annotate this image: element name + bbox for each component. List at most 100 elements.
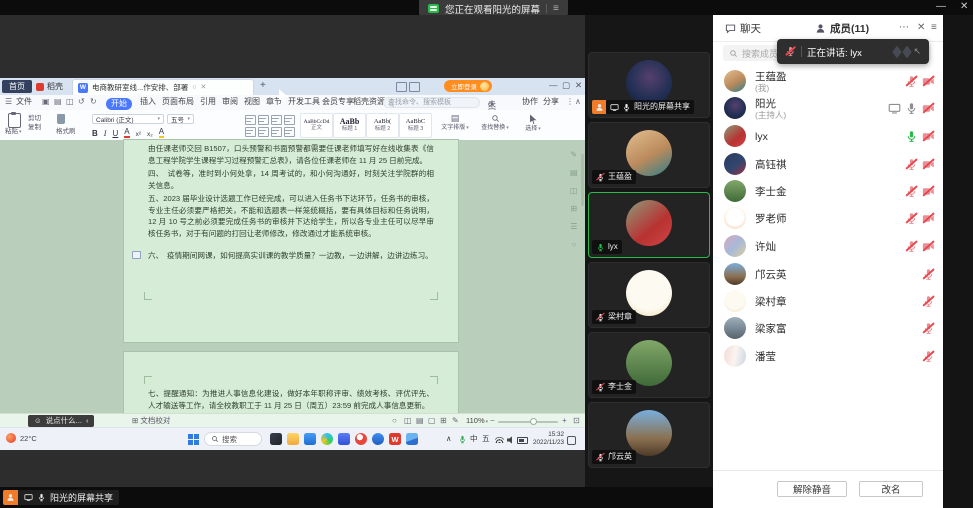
share-button[interactable]: 分享 <box>543 98 559 106</box>
mail-app-icon[interactable] <box>338 433 350 445</box>
find-replace-tool[interactable]: 查找替换 <box>478 114 512 131</box>
ribbon-tab-member[interactable]: 会员专享 <box>322 98 354 106</box>
wps-docer-tab[interactable]: 稻壳 <box>36 80 63 93</box>
member-row[interactable]: 罗老师 <box>713 205 943 232</box>
ribbon-tab-docer-res[interactable]: 稻壳资源 <box>353 98 385 106</box>
member-row[interactable]: 李士金 <box>713 178 943 205</box>
font-color-button[interactable]: A <box>124 127 129 138</box>
video-tile[interactable]: 李士金 <box>588 332 710 398</box>
store-icon[interactable] <box>304 433 316 445</box>
member-row[interactable]: 阳光(主持人) <box>713 95 943 122</box>
mic-muted-icon[interactable] <box>922 295 935 308</box>
collapse-hint-icon[interactable]: ‹ <box>86 417 89 425</box>
photos-app-icon[interactable] <box>406 433 418 445</box>
align-right-icon[interactable] <box>271 127 282 137</box>
italic-button[interactable]: I <box>104 129 107 138</box>
ribbon-tab-dev-tools[interactable]: 开发工具 <box>288 98 320 106</box>
preview-icon[interactable]: ◫ <box>66 98 74 106</box>
zoom-in-button[interactable]: + <box>562 417 567 425</box>
list-tool-icon[interactable]: ☰ <box>570 222 577 231</box>
ribbon-tab-insert[interactable]: 插入 <box>140 98 156 106</box>
banner-menu-icon[interactable]: ≡ <box>553 4 559 14</box>
window-close-button[interactable]: ✕ <box>960 2 968 12</box>
style-heading3[interactable]: AaBbC 标题 3 <box>399 113 432 138</box>
camera-off-icon[interactable] <box>922 158 935 171</box>
mic-muted-icon[interactable] <box>905 240 918 253</box>
edge-browser-icon[interactable] <box>321 433 333 445</box>
member-row[interactable]: 梁家富 <box>713 315 943 342</box>
member-row[interactable]: 许灿 <box>713 233 943 260</box>
tray-expand-icon[interactable]: ∧ <box>446 435 452 443</box>
wps-home-tab[interactable]: 首页 <box>2 80 32 93</box>
new-tab-button[interactable]: + <box>260 80 266 91</box>
tab-close-icon[interactable]: ✕ <box>201 84 207 91</box>
document-scrollbar[interactable] <box>581 146 584 401</box>
tab-chat[interactable]: 聊天 <box>725 21 761 36</box>
camera-off-icon[interactable] <box>922 75 935 88</box>
member-row[interactable]: 邝云英 <box>713 261 943 288</box>
history-tool-icon[interactable]: ○ <box>571 240 576 249</box>
video-tile[interactable]: 梁村章 <box>588 262 710 328</box>
zoom-slider[interactable] <box>498 421 558 423</box>
zoom-level[interactable]: 110% <box>466 417 488 425</box>
redo-icon[interactable]: ↻ <box>90 98 97 106</box>
panel-more-button[interactable]: ⋯ <box>899 21 909 35</box>
command-search-box[interactable]: 查找命令、搜索模板 <box>383 97 480 108</box>
video-tile[interactable]: 王蕴盈 <box>588 122 710 188</box>
collab-button[interactable]: 协作 <box>522 98 538 106</box>
file-menu[interactable]: 文件 <box>16 98 32 106</box>
tray-mic-icon[interactable] <box>458 435 467 444</box>
web-view-icon[interactable]: ▢ <box>428 417 436 425</box>
mic-muted-icon[interactable] <box>905 185 918 198</box>
member-row[interactable]: 王蕴盈(我) <box>713 68 943 95</box>
start-button[interactable] <box>188 434 199 445</box>
screen-sharing-icon[interactable] <box>888 102 901 115</box>
read-view-icon[interactable]: ▤ <box>416 417 424 425</box>
layout-icon[interactable] <box>396 82 407 92</box>
panel-menu-icon[interactable]: ≡ <box>931 21 937 35</box>
align-center-icon[interactable] <box>258 127 269 137</box>
font-size-select[interactable]: 五号 <box>167 114 194 124</box>
cut-button[interactable]: 剪切 <box>28 116 41 123</box>
member-row[interactable]: 高钰祺 <box>713 151 943 178</box>
camera-off-icon[interactable] <box>922 212 935 225</box>
file-explorer-icon[interactable] <box>287 433 299 445</box>
paste-label[interactable]: 粘贴 <box>5 129 22 136</box>
mic-speaking-icon[interactable] <box>905 130 918 143</box>
page-view-icon[interactable]: ◫ <box>404 417 412 425</box>
mic-muted-icon[interactable] <box>905 158 918 171</box>
outline-tool-icon[interactable]: ▤ <box>570 168 578 177</box>
ime-language[interactable]: 中 <box>470 435 478 443</box>
camera-off-icon[interactable] <box>922 240 935 253</box>
unmute-button[interactable]: 解除静音 <box>777 481 847 497</box>
weather-widget[interactable]: 22°C <box>6 433 37 443</box>
text-layout-tool[interactable]: ▤ 文字排版 <box>438 114 472 131</box>
member-row[interactable]: 梁村章 <box>713 288 943 315</box>
format-painter-button[interactable]: 格式刷 <box>56 129 76 136</box>
security-app-icon[interactable] <box>372 433 384 445</box>
volume-icon[interactable] <box>507 436 515 444</box>
highlight-button[interactable]: A <box>159 127 164 138</box>
ime-mode[interactable]: 五 <box>482 435 490 443</box>
hamburger-icon[interactable]: ☰ <box>5 98 12 106</box>
ribbon-tab-references[interactable]: 引用 <box>200 98 216 106</box>
edit-tool-icon[interactable]: ✎ <box>570 150 577 159</box>
zoom-out-button[interactable]: − <box>490 417 495 425</box>
wps-document-tab[interactable]: W 电商教研室线...作安排、部署 ○ ✕ <box>72 79 254 95</box>
wps-minimize-button[interactable]: — <box>549 81 558 90</box>
wifi-icon[interactable] <box>495 437 504 443</box>
mic-icon[interactable] <box>905 102 918 115</box>
proofing-button[interactable]: ⊞ 文档校对 <box>132 417 170 425</box>
mic-muted-icon[interactable] <box>922 350 935 363</box>
font-name-select[interactable]: Calibri (正文) <box>92 114 164 124</box>
style-normal[interactable]: AaBbCcDd 正文 <box>300 113 333 138</box>
grid-icon[interactable] <box>409 82 420 92</box>
align-left-icon[interactable] <box>245 127 256 137</box>
style-heading1[interactable]: AaBb 标题 1 <box>333 113 366 138</box>
collapse-ribbon-icon[interactable]: ∧ <box>575 98 581 106</box>
tab-members[interactable]: 成员(11) <box>815 21 869 36</box>
mic-muted-icon[interactable] <box>922 322 935 335</box>
ribbon-tab-review[interactable]: 审阅 <box>222 98 238 106</box>
mic-muted-icon[interactable] <box>922 268 935 281</box>
pages-tool-icon[interactable]: ◫ <box>570 186 578 195</box>
